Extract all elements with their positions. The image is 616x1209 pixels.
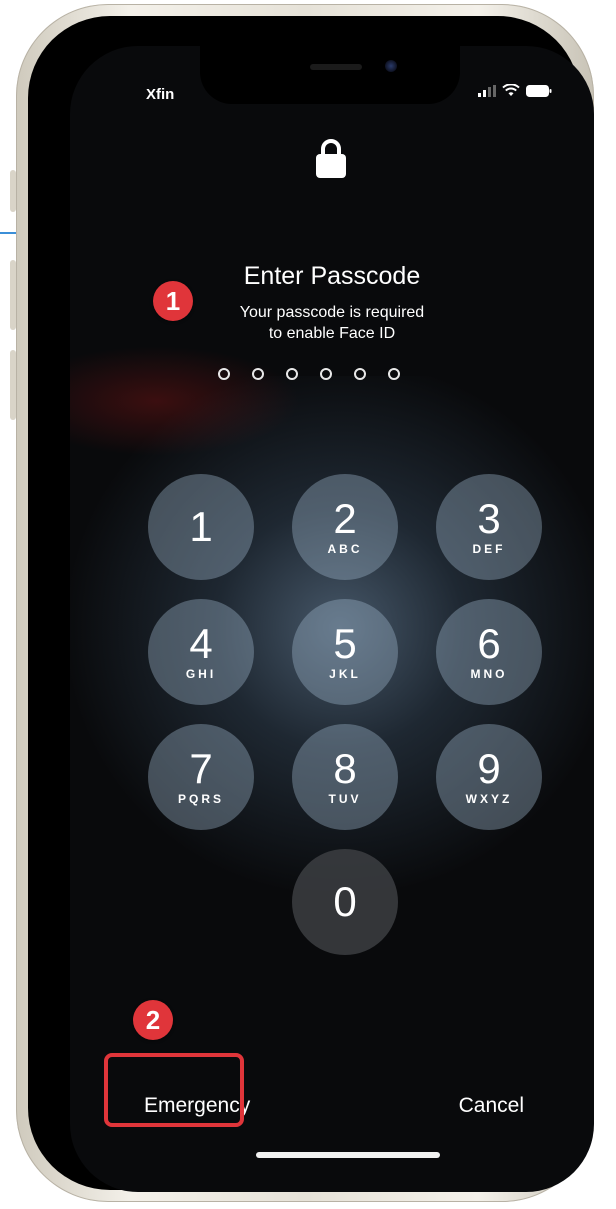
key-letters: MNO xyxy=(470,667,508,681)
key-digit: 2 xyxy=(333,495,357,542)
emergency-highlight xyxy=(104,1053,244,1127)
key-digit: 1 xyxy=(189,503,213,550)
battery-icon xyxy=(526,85,552,97)
key-letters: WXYZ xyxy=(465,792,513,806)
key-1[interactable]: 1 xyxy=(148,474,254,580)
key-digit: 8 xyxy=(333,745,357,792)
front-camera xyxy=(385,60,397,72)
speaker-grille xyxy=(310,64,362,70)
key-digit: 0 xyxy=(333,878,357,925)
key-digit: 6 xyxy=(477,620,501,667)
key-4[interactable]: 4 GHI xyxy=(148,599,254,705)
key-digit: 4 xyxy=(189,620,213,667)
key-letters: GHI xyxy=(185,667,217,681)
key-5[interactable]: 5 JKL xyxy=(292,599,398,705)
passcode-title: Enter Passcode xyxy=(243,262,421,290)
key-digit: 5 xyxy=(333,620,357,667)
passcode-dot xyxy=(252,368,264,380)
key-letters: JKL xyxy=(329,667,361,681)
subtitle-line-2: to enable Face ID xyxy=(268,325,396,342)
key-9[interactable]: 9 WXYZ xyxy=(436,724,542,830)
step-badge-1: 1 xyxy=(153,281,193,321)
key-2[interactable]: 2 ABC xyxy=(292,474,398,580)
subtitle-line-1: Your passcode is required xyxy=(239,304,425,321)
home-indicator[interactable] xyxy=(256,1152,440,1158)
wifi-icon xyxy=(502,84,520,96)
key-0[interactable]: 0 xyxy=(292,849,398,955)
passcode-dots xyxy=(218,368,400,380)
key-digit: 9 xyxy=(477,745,501,792)
passcode-dot xyxy=(354,368,366,380)
key-6[interactable]: 6 MNO xyxy=(436,599,542,705)
key-7[interactable]: 7 PQRS xyxy=(148,724,254,830)
lock-icon xyxy=(316,139,346,178)
passcode-dot xyxy=(320,368,332,380)
key-letters: ABC xyxy=(327,542,363,556)
key-letters: PQRS xyxy=(177,792,224,806)
key-letters: TUV xyxy=(328,792,362,806)
key-8[interactable]: 8 TUV xyxy=(292,724,398,830)
status-icons xyxy=(478,84,552,97)
step-badge-2: 2 xyxy=(133,1000,173,1040)
carrier-name: Xfin xyxy=(146,86,175,103)
passcode-dot xyxy=(286,368,298,380)
passcode-subtitle: Your passcode is required to enable Face… xyxy=(70,302,594,344)
key-letters: DEF xyxy=(472,542,506,556)
cancel-button[interactable]: Cancel xyxy=(459,1094,524,1118)
key-digit: 7 xyxy=(189,745,213,792)
phone-bezel: Xfin Enter Passcode Your passcode is req… xyxy=(28,16,594,1192)
notch xyxy=(200,46,460,104)
signal-icon xyxy=(478,85,496,97)
key-3[interactable]: 3 DEF xyxy=(436,474,542,580)
passcode-dot xyxy=(388,368,400,380)
key-digit: 3 xyxy=(477,495,501,542)
passcode-dot xyxy=(218,368,230,380)
